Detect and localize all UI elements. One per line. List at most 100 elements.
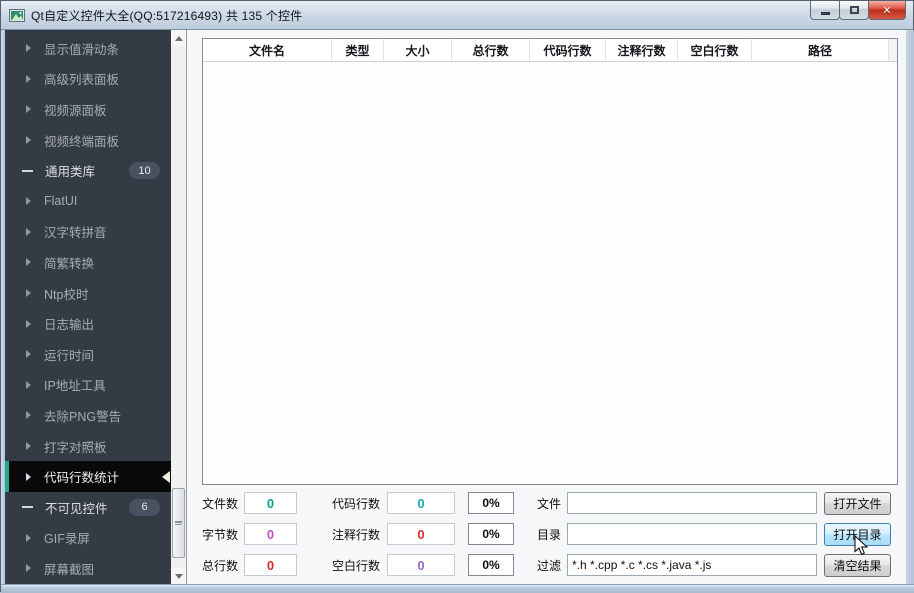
sidebar-item-code-line-count[interactable]: 代码行数统计 [5,461,171,492]
sidebar-item-label: GIF录屏 [44,532,90,547]
column-header-comment-lines[interactable]: 注释行数 [606,39,678,61]
directory-input[interactable] [567,523,817,545]
sidebar-item-label: Ntp校时 [44,287,89,302]
scroll-up-button[interactable] [171,30,186,46]
sidebar-item-label: IP地址工具 [44,379,106,394]
chevron-right-icon [26,380,31,389]
close-button[interactable]: ✕ [868,1,906,20]
sidebar-item-run-time[interactable]: 运行时间 [5,339,171,370]
blank-lines-label: 空白行数 [332,559,381,573]
open-file-button[interactable]: 打开文件 [824,492,891,515]
sidebar-group-label: 不可见控件 [45,501,108,516]
selected-marker-icon [162,470,170,483]
sidebar-item-label: 视频终端面板 [44,134,120,149]
window-border-right [906,30,914,584]
bytes-count-label: 字节数 [202,528,239,542]
results-table: 文件名 类型 大小 总行数 代码行数 注释行数 空白行数 路径 [202,38,898,485]
table-header-row: 文件名 类型 大小 总行数 代码行数 注释行数 空白行数 路径 [203,39,897,62]
code-lines-percent: 0% [468,492,514,514]
clear-results-button[interactable]: 清空结果 [824,554,891,577]
column-header-path[interactable]: 路径 [752,39,889,61]
sidebar-item-video-terminal-panel[interactable]: 视频终端面板 [5,125,171,156]
total-lines-value: 0 [244,554,297,576]
chevron-right-icon [26,411,31,420]
files-count-label: 文件数 [202,497,239,511]
chevron-right-icon [26,533,31,542]
chevron-right-icon [26,197,31,206]
scrollbar-thumb[interactable] [172,488,185,558]
arrow-down-icon [174,573,183,579]
sidebar-item-label: 去除PNG警告 [44,409,122,424]
chevron-right-icon [26,227,31,236]
sidebar-item-display-slider[interactable]: 显示值滑动条 [5,33,171,64]
dir-field-label: 目录 [537,528,562,542]
file-input[interactable] [567,492,817,514]
sidebar-item-screen-capture[interactable]: 屏幕截图 [5,553,171,584]
collapse-minus-icon [22,169,33,172]
sidebar: 显示值滑动条 高级列表面板 视频源面板 视频终端面板 通用类库 10 FlatUI… [5,30,171,584]
column-header-code-lines[interactable]: 代码行数 [530,39,606,61]
sidebar-item-video-source-panel[interactable]: 视频源面板 [5,94,171,125]
comment-lines-label: 注释行数 [332,528,381,542]
code-lines-value: 0 [387,492,455,514]
sidebar-item-label: 运行时间 [44,348,95,363]
comment-lines-percent: 0% [468,523,514,545]
sidebar-item-gif-recorder[interactable]: GIF录屏 [5,523,171,554]
column-header-type[interactable]: 类型 [332,39,384,61]
files-count-value: 0 [244,492,297,514]
chevron-right-icon [26,564,31,573]
minimize-button[interactable] [810,1,840,20]
chevron-right-icon [26,258,31,267]
sidebar-item-label: 汉字转拼音 [44,226,107,241]
sidebar-item-simplified-traditional[interactable]: 简繁转换 [5,247,171,278]
sidebar-item-label: 高级列表面板 [44,73,120,88]
bytes-count-value: 0 [244,523,297,545]
close-icon: ✕ [882,4,892,17]
chevron-right-icon [26,105,31,114]
sidebar-item-hanzi-to-pinyin[interactable]: 汉字转拼音 [5,217,171,248]
thumb-grip-icon [175,521,182,525]
maximize-button[interactable] [839,1,869,20]
window-title: Qt自定义控件大全(QQ:517216493) 共 135 个控件 [31,8,303,23]
column-header-size[interactable]: 大小 [384,39,452,61]
maximize-icon [849,6,859,14]
sidebar-group-common-library[interactable]: 通用类库 10 [5,155,171,186]
header-corner-stub [889,39,897,61]
filter-input[interactable] [567,554,817,576]
main-panel: 文件名 类型 大小 总行数 代码行数 注释行数 空白行数 路径 文件数 0 代码… [186,30,906,584]
chevron-right-icon [26,472,31,481]
sidebar-group-label: 通用类库 [45,165,96,180]
sidebar-scrollbar[interactable] [171,30,186,584]
column-header-total-lines[interactable]: 总行数 [452,39,530,61]
sidebar-item-flatui[interactable]: FlatUI [5,186,171,217]
total-lines-label: 总行数 [202,559,239,573]
chevron-right-icon [26,74,31,83]
filter-field-label: 过滤 [537,559,562,573]
sidebar-item-remove-png-warning[interactable]: 去除PNG警告 [5,400,171,431]
column-header-filename[interactable]: 文件名 [203,39,332,61]
blank-lines-percent: 0% [468,554,514,576]
titlebar: Qt自定义控件大全(QQ:517216493) 共 135 个控件 ✕ [1,1,913,30]
sidebar-item-advanced-list-panel[interactable]: 高级列表面板 [5,64,171,95]
sidebar-item-log-output[interactable]: 日志输出 [5,308,171,339]
sidebar-group-invisible-controls[interactable]: 不可见控件 6 [5,492,171,523]
count-badge: 6 [129,498,160,516]
file-field-label: 文件 [537,497,562,511]
count-badge: 10 [129,162,160,180]
chevron-right-icon [26,442,31,451]
sidebar-item-typing-board[interactable]: 打字对照板 [5,431,171,462]
scroll-down-button[interactable] [171,568,186,584]
chevron-right-icon [26,136,31,145]
sidebar-item-label: 简繁转换 [44,256,95,271]
sidebar-item-ntp-time[interactable]: Ntp校时 [5,278,171,309]
chevron-right-icon [26,44,31,53]
open-directory-button[interactable]: 打开目录 [824,523,891,546]
sidebar-item-ip-address-tool[interactable]: IP地址工具 [5,370,171,401]
sidebar-item-label: 视频源面板 [44,103,107,118]
chevron-right-icon [26,319,31,328]
code-lines-label: 代码行数 [332,497,381,511]
column-header-blank-lines[interactable]: 空白行数 [678,39,752,61]
chevron-right-icon [26,289,31,298]
chevron-right-icon [26,350,31,359]
minimize-icon [820,11,830,15]
